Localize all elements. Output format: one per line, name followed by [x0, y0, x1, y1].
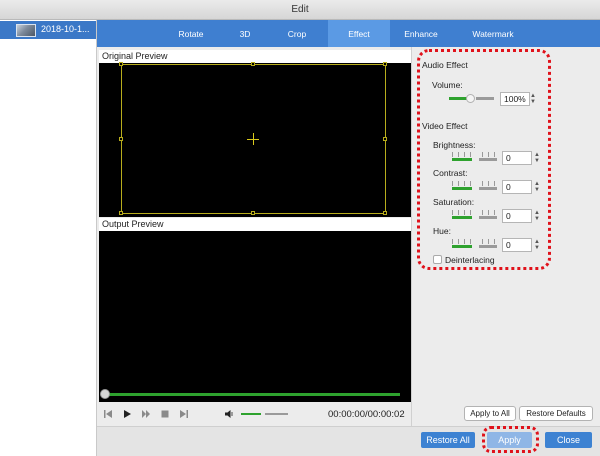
restore-all-button[interactable]: Restore All: [421, 432, 475, 448]
volume-slider-fill[interactable]: [241, 413, 261, 415]
fast-forward-icon[interactable]: [141, 409, 151, 419]
crop-handle-left[interactable]: [119, 137, 123, 141]
tab-watermark[interactable]: Watermark: [452, 20, 534, 47]
crop-handle-bottom-right[interactable]: [383, 211, 387, 215]
tab-3d[interactable]: 3D: [224, 20, 266, 47]
crop-handle-bottom-left[interactable]: [119, 211, 123, 215]
volume-slider-rest[interactable]: [265, 413, 288, 415]
sidebar-item-label: 2018-10-1...: [41, 24, 90, 34]
tab-rotate[interactable]: Rotate: [158, 20, 224, 47]
window-title: Edit: [291, 4, 309, 15]
sidebar-item-file[interactable]: 2018-10-1...: [0, 21, 96, 39]
play-icon[interactable]: [122, 409, 132, 419]
effect-controls-highlight: [417, 49, 551, 270]
crop-handle-right[interactable]: [383, 137, 387, 141]
tab-effect[interactable]: Effect: [328, 20, 390, 47]
restore-defaults-button[interactable]: Restore Defaults: [519, 406, 593, 421]
original-preview-label: Original Preview: [99, 50, 411, 63]
output-video-frame: [121, 233, 386, 383]
tab-enhance[interactable]: Enhance: [390, 20, 452, 47]
tab-bar: Rotate 3D Crop Effect Enhance Watermark: [97, 20, 600, 47]
close-button[interactable]: Close: [545, 432, 592, 448]
skip-back-icon[interactable]: [103, 409, 113, 419]
video-thumbnail: [16, 24, 36, 37]
timecode-display: 00:00:00/00:00:02: [328, 409, 405, 420]
tab-crop[interactable]: Crop: [266, 20, 328, 47]
skip-forward-icon[interactable]: [179, 409, 189, 419]
speaker-icon[interactable]: [224, 409, 234, 419]
file-list-sidebar: 2018-10-1...: [0, 20, 97, 456]
output-preview-label: Output Preview: [99, 218, 411, 231]
stop-icon[interactable]: [160, 409, 170, 419]
apply-button-highlight: [482, 426, 539, 453]
apply-to-all-button[interactable]: Apply to All: [464, 406, 516, 421]
crop-handle-top-left[interactable]: [119, 62, 123, 66]
crop-handle-top-right[interactable]: [383, 62, 387, 66]
center-crosshair-v: [253, 133, 254, 145]
window-titlebar: Edit: [0, 0, 600, 20]
crop-handle-bottom[interactable]: [251, 211, 255, 215]
crop-handle-top[interactable]: [251, 62, 255, 66]
playback-progress-knob[interactable]: [100, 389, 110, 399]
playback-progress-track[interactable]: [104, 393, 400, 396]
